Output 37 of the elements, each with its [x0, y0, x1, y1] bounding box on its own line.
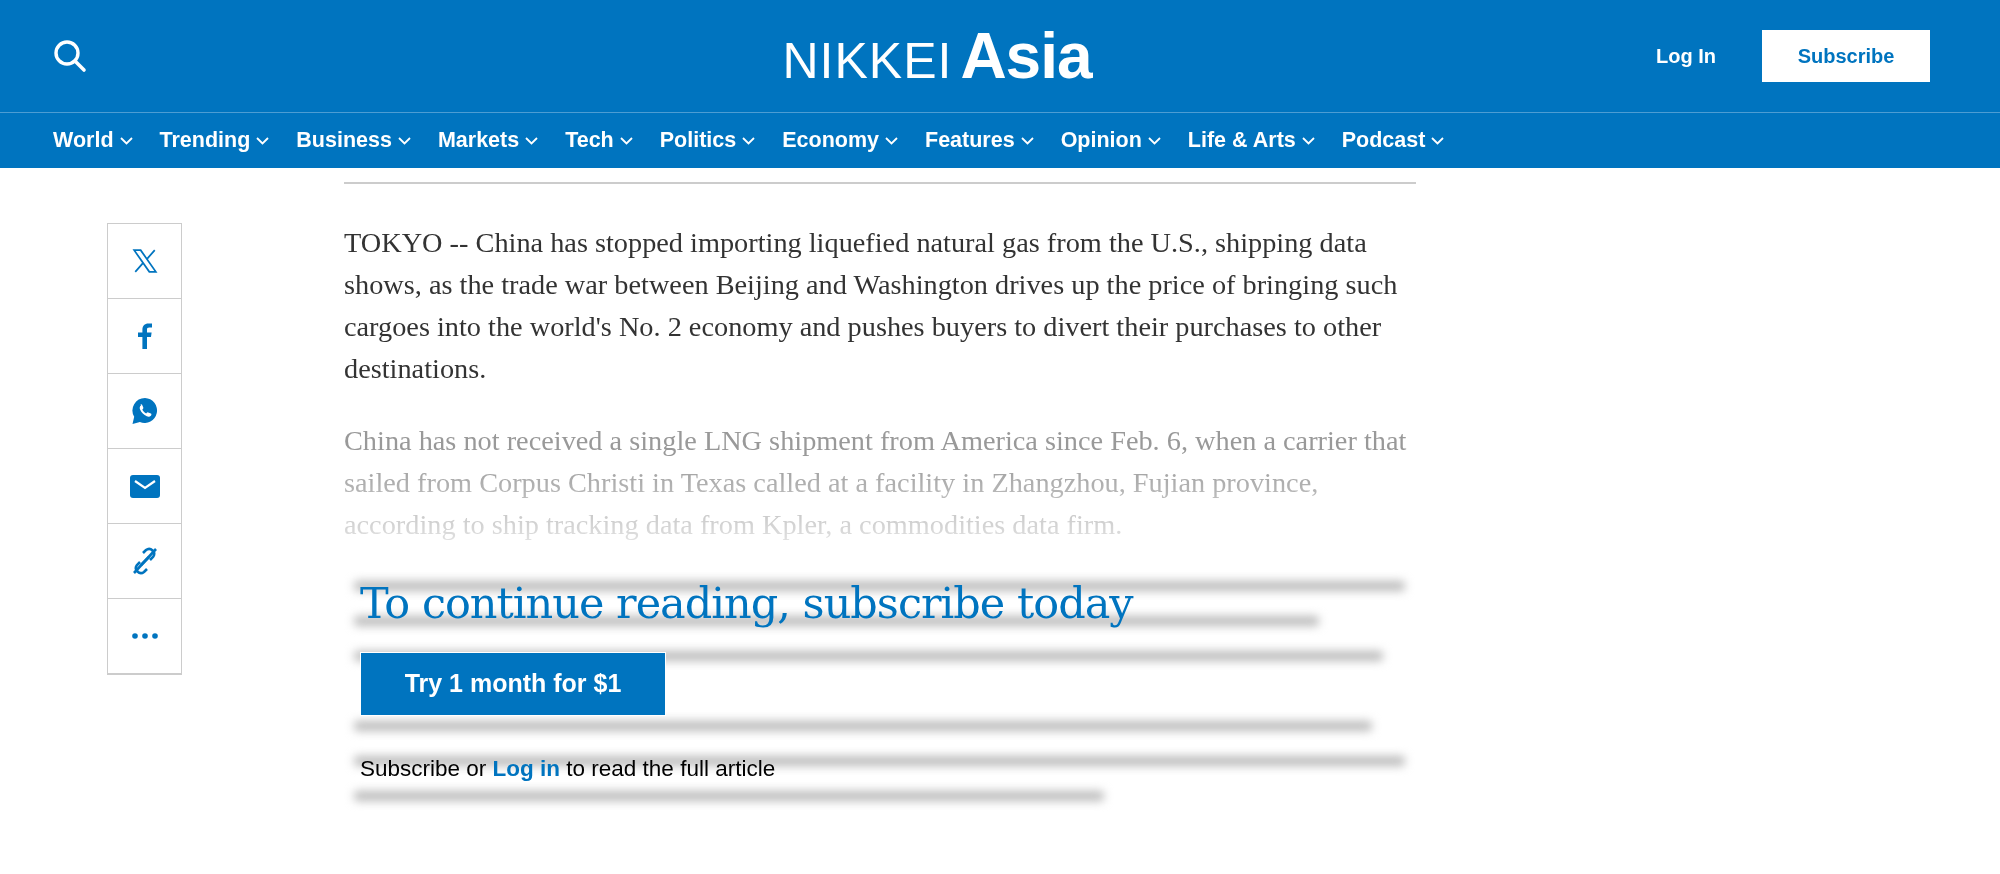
logo[interactable]: NIKKEI Asia — [782, 8, 1092, 104]
nav-menu-item[interactable]: Tech — [565, 124, 633, 157]
caret-icon — [1147, 136, 1161, 145]
caret-icon — [742, 136, 756, 145]
caret-icon — [256, 136, 270, 145]
facebook-icon — [137, 323, 152, 349]
login-link[interactable]: Log in — [492, 755, 561, 781]
link-icon — [130, 547, 159, 575]
nav-menu-item[interactable]: Politics — [659, 124, 756, 157]
caret-icon — [397, 136, 411, 145]
caret-icon — [619, 136, 633, 145]
chat-phone-icon — [130, 397, 159, 425]
trial-button[interactable]: Try 1 month for $1 — [360, 651, 666, 716]
nav-menu-item[interactable]: Features — [925, 124, 1034, 157]
paywall-heading: To continue reading, subscribe today — [360, 578, 1135, 630]
caret-icon — [885, 136, 898, 145]
nav-menu-item[interactable]: Trending — [159, 124, 270, 157]
nav-menu-item[interactable]: Opinion — [1060, 124, 1161, 157]
nav-menu-item[interactable]: Markets — [437, 124, 539, 157]
nav-menu-item[interactable]: Business — [296, 124, 411, 157]
nav-menu-item[interactable]: Economy — [782, 124, 898, 157]
caret-icon — [525, 136, 539, 145]
article-paragraph: TOKYO -- China has stopped importing liquefied natural gas from the U.S., shipping data shows, as the trade war between Beijing and Washington drives up the price of bringing such cargoes into the world's No. 2 economy and pushes buyers to divert their purchases to other destinations. — [344, 226, 1399, 386]
nav-menu-item[interactable]: Podcast — [1341, 124, 1445, 157]
envelope-icon — [129, 474, 160, 498]
more-icon — [131, 633, 158, 639]
caret-icon — [119, 136, 133, 145]
x-logo-icon — [131, 248, 158, 274]
caret-icon — [1301, 136, 1315, 145]
paywall-message: Subscribe or Log in to read the full article — [360, 754, 777, 783]
search-button[interactable] — [52, 38, 88, 74]
caret-icon — [1020, 136, 1034, 145]
nav-menu-item[interactable]: Life & Arts — [1187, 124, 1315, 157]
nav-menu-item[interactable]: World — [53, 124, 133, 157]
subscribe-button[interactable]: Subscribe — [1762, 30, 1930, 82]
caret-icon — [1431, 136, 1445, 145]
login-link[interactable]: Log In — [1656, 41, 1716, 71]
